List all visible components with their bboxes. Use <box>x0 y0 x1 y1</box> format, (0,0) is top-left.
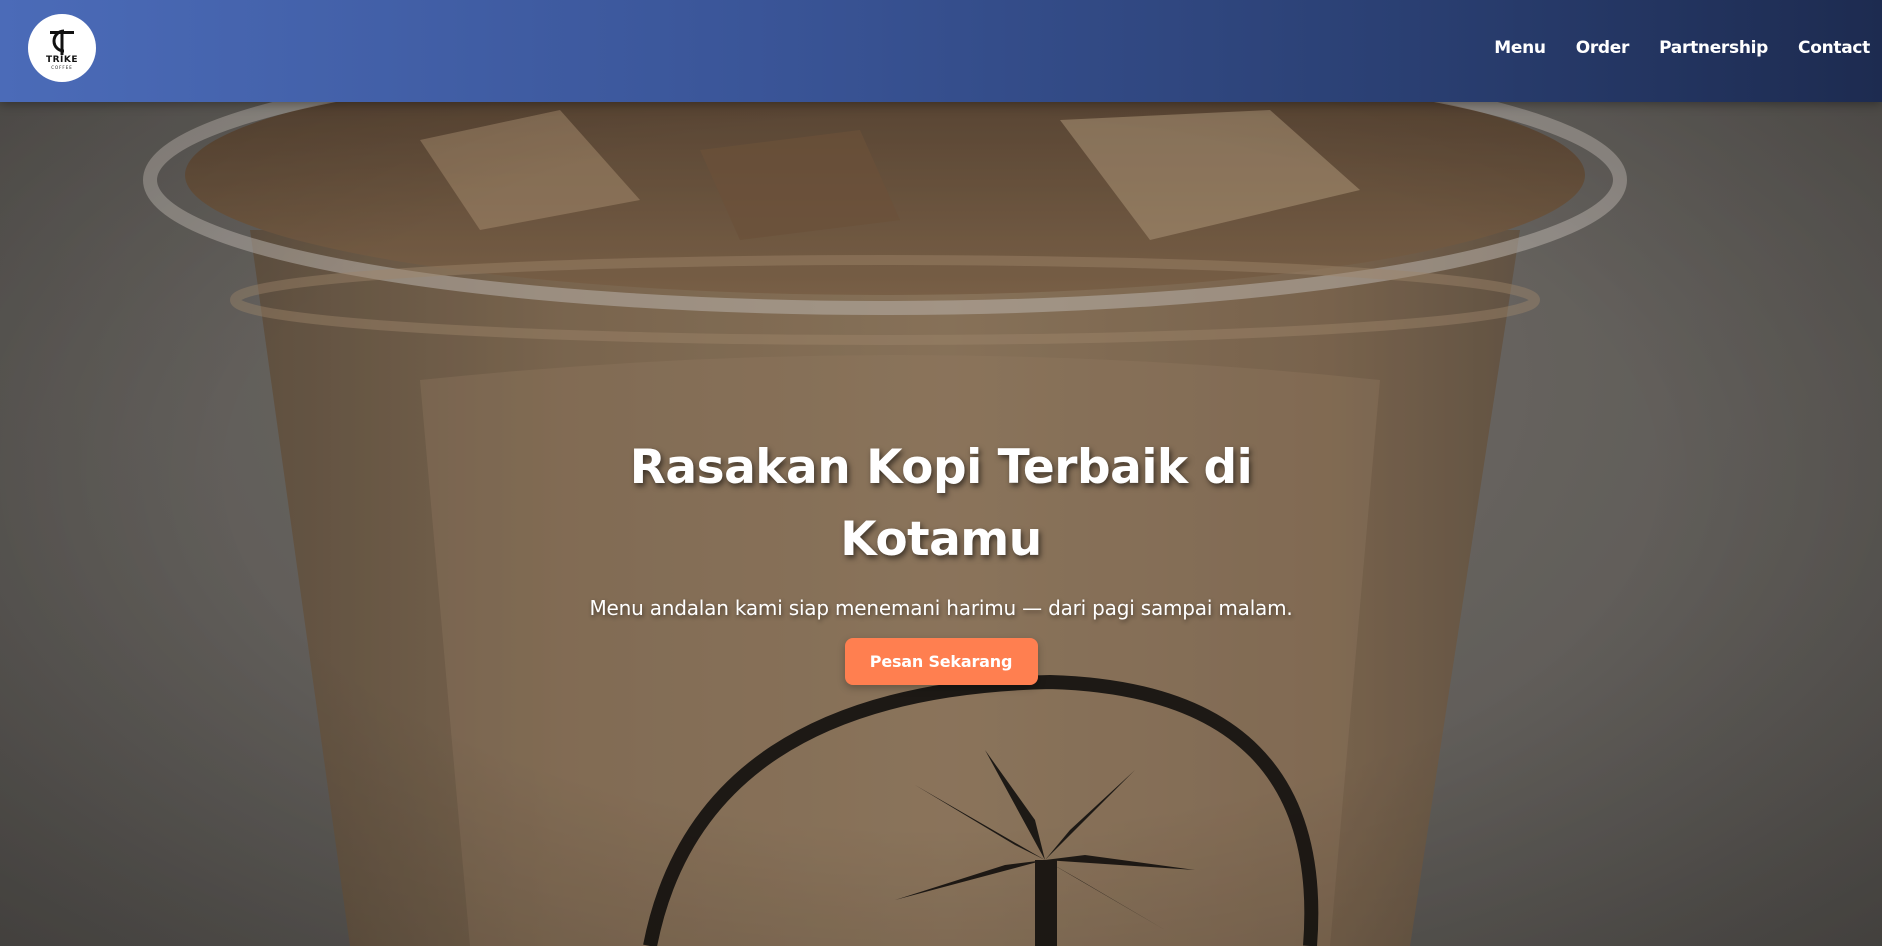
logo-subtext: COFFEE <box>51 64 73 70</box>
nav-link-partnership[interactable]: Partnership <box>1659 38 1768 58</box>
tc-monogram-icon <box>50 29 74 55</box>
navbar: TRIKE COFFEE Menu Order Partnership Cont… <box>0 0 1882 102</box>
nav-link-contact[interactable]: Contact <box>1798 38 1870 58</box>
hero-title: Rasakan Kopi Terbaik di Kotamu <box>629 440 1253 567</box>
hero-content: Rasakan Kopi Terbaik di Kotamu Menu anda… <box>541 432 1341 685</box>
logo[interactable]: TRIKE COFFEE <box>28 14 96 82</box>
order-now-button[interactable]: Pesan Sekarang <box>844 638 1038 685</box>
main-nav: Menu Order Partnership Contact <box>1494 36 1870 60</box>
nav-link-menu[interactable]: Menu <box>1494 38 1546 58</box>
hero-subtitle: Menu andalan kami siap menemani harimu —… <box>589 596 1293 620</box>
hero-section: Rasakan Kopi Terbaik di Kotamu Menu anda… <box>0 0 1882 946</box>
nav-link-order[interactable]: Order <box>1576 38 1630 58</box>
logo-text: TRIKE <box>45 54 79 65</box>
